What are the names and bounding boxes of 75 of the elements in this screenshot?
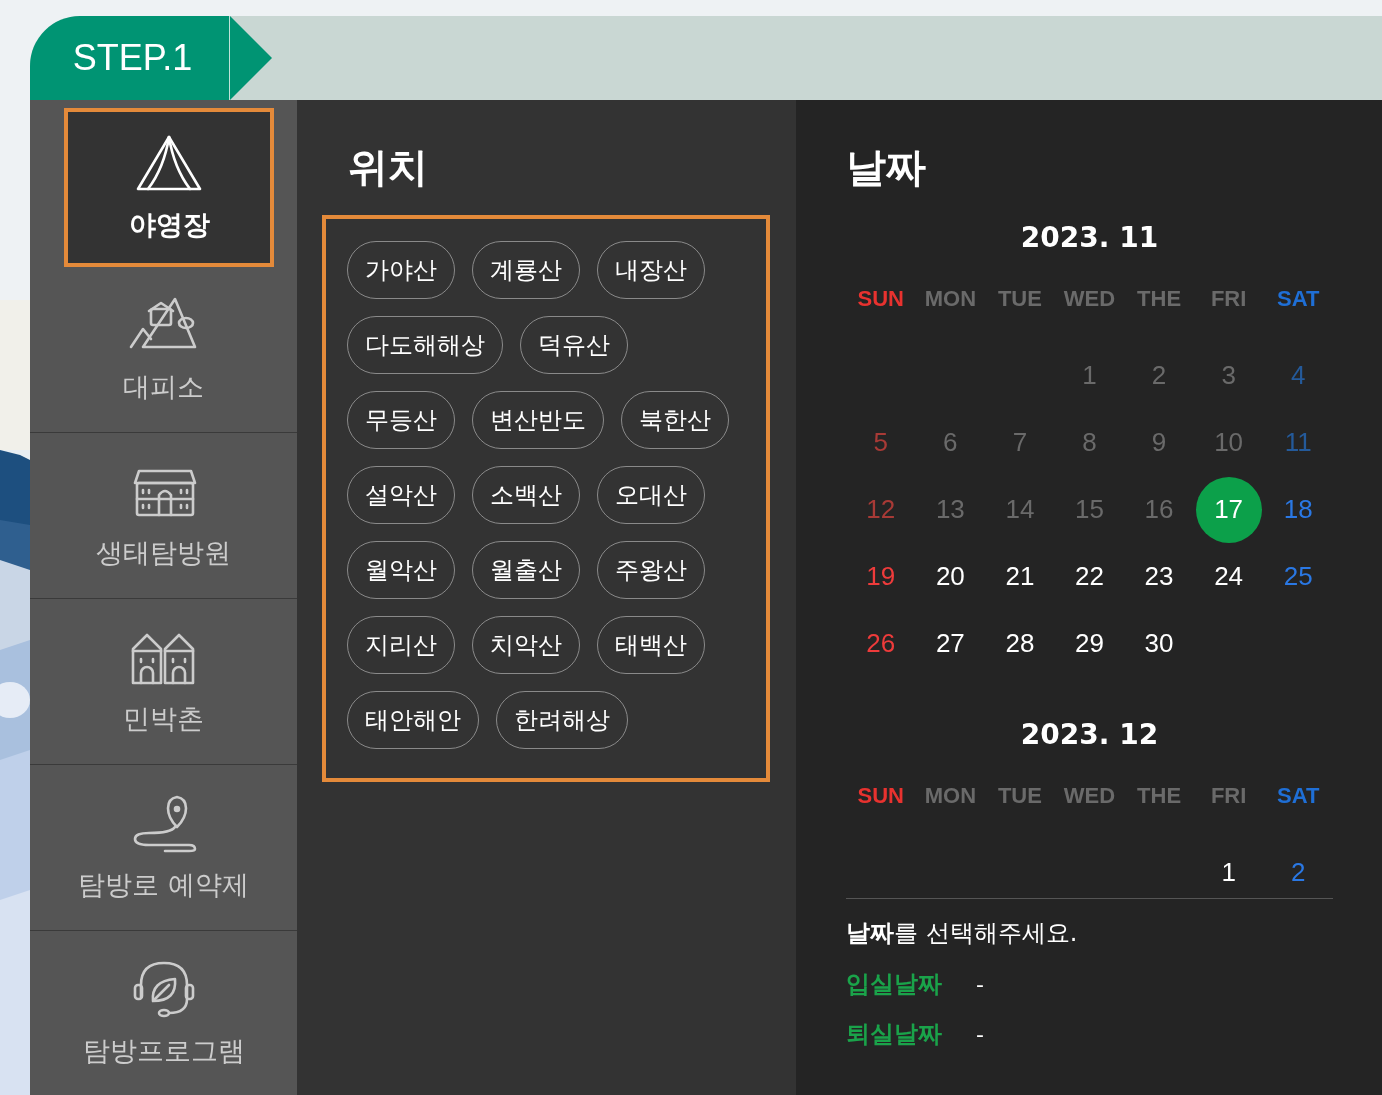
location-chip[interactable]: 가야산: [347, 241, 455, 299]
calendar-day: 7: [986, 409, 1053, 476]
calendar-day: 4: [1265, 342, 1332, 409]
calendar-day: 15: [1056, 476, 1123, 543]
calendar-day[interactable]: 2: [1265, 839, 1332, 898]
month-title: 2023. 11: [1019, 220, 1160, 256]
calendar-day: 2: [1126, 342, 1193, 409]
calendar-day[interactable]: 29: [1056, 610, 1123, 677]
location-chip[interactable]: 지리산: [347, 616, 455, 674]
location-chip[interactable]: 북한산: [621, 391, 729, 449]
weekday-label: THE: [1136, 285, 1183, 313]
field-value: -: [976, 971, 984, 997]
location-chip[interactable]: 월악산: [347, 541, 455, 599]
calendar-day[interactable]: 23: [1126, 543, 1193, 610]
weekday-label: MON: [923, 285, 977, 313]
weekday-label: TUE: [996, 285, 1043, 313]
location-chip[interactable]: 태백산: [597, 616, 705, 674]
location-chip[interactable]: 내장산: [597, 241, 705, 299]
weekday-label: SAT: [1276, 782, 1321, 810]
weekday-label: WED: [1062, 285, 1117, 313]
weekday-label: WED: [1062, 782, 1117, 810]
location-chip[interactable]: 설악산: [347, 466, 455, 524]
calendar-day[interactable]: 22: [1056, 543, 1123, 610]
location-chip[interactable]: 한려해상: [496, 691, 628, 749]
calendar-day[interactable]: 18: [1265, 476, 1332, 543]
weekday-label: MON: [923, 782, 977, 810]
location-chip[interactable]: 계룡산: [472, 241, 580, 299]
weekday-label: THE: [1136, 782, 1183, 810]
section-title: 날짜: [846, 143, 927, 192]
weekday-label: SUN: [856, 285, 905, 313]
calendar-day: 12: [847, 476, 914, 543]
section-title: 위치: [347, 143, 429, 192]
calendar-day[interactable]: 20: [917, 543, 984, 610]
calendar-day: 1: [1056, 342, 1123, 409]
sidebar-item[interactable]: 야영장: [64, 108, 274, 267]
calendar-day: 10: [1195, 409, 1262, 476]
instruction-text: 날짜를 선택해주세요.: [846, 918, 1079, 949]
calendar-day: 13: [917, 476, 984, 543]
location-chip[interactable]: 주왕산: [597, 541, 705, 599]
location-chip[interactable]: 소백산: [472, 466, 580, 524]
calendar-day[interactable]: 28: [986, 610, 1053, 677]
calendar-day: 5: [847, 409, 914, 476]
calendar-day[interactable]: 21: [986, 543, 1053, 610]
calendar-day: 11: [1265, 409, 1332, 476]
calendar-day[interactable]: 27: [917, 610, 984, 677]
calendar-day: 8: [1056, 409, 1123, 476]
calendar-day[interactable]: 24: [1195, 543, 1262, 610]
weekday-label: FRI: [1209, 782, 1248, 810]
calendar-day: 14: [986, 476, 1053, 543]
location-chip[interactable]: 다도해해상: [347, 316, 503, 374]
calendar-day[interactable]: 25: [1265, 543, 1332, 610]
calendar-day: 9: [1126, 409, 1193, 476]
field-value: -: [976, 1021, 984, 1047]
field-label: 입실날짜: [846, 969, 942, 1000]
location-chip[interactable]: 치악산: [472, 616, 580, 674]
calendar-day: 16: [1126, 476, 1193, 543]
location-chip[interactable]: 덕유산: [520, 316, 628, 374]
weekday-label: TUE: [996, 782, 1043, 810]
location-chip[interactable]: 월출산: [472, 541, 580, 599]
weekday-label: SAT: [1276, 285, 1321, 313]
location-chip[interactable]: 무등산: [347, 391, 455, 449]
calendar-day[interactable]: 30: [1126, 610, 1193, 677]
calendar-day[interactable]: 19: [847, 543, 914, 610]
weekday-label: SUN: [856, 782, 905, 810]
calendar-day[interactable]: 26: [847, 610, 914, 677]
location-chip[interactable]: 태안해안: [347, 691, 479, 749]
step-label: STEP.1: [71, 37, 193, 79]
location-chip[interactable]: 오대산: [597, 466, 705, 524]
calendar-day: 6: [917, 409, 984, 476]
calendar-day: 3: [1195, 342, 1262, 409]
calendar-day[interactable]: 1: [1195, 839, 1262, 898]
location-chip[interactable]: 변산반도: [472, 391, 604, 449]
weekday-label: FRI: [1209, 285, 1248, 313]
month-title: 2023. 12: [1019, 717, 1160, 753]
field-label: 퇴실날짜: [846, 1019, 942, 1050]
